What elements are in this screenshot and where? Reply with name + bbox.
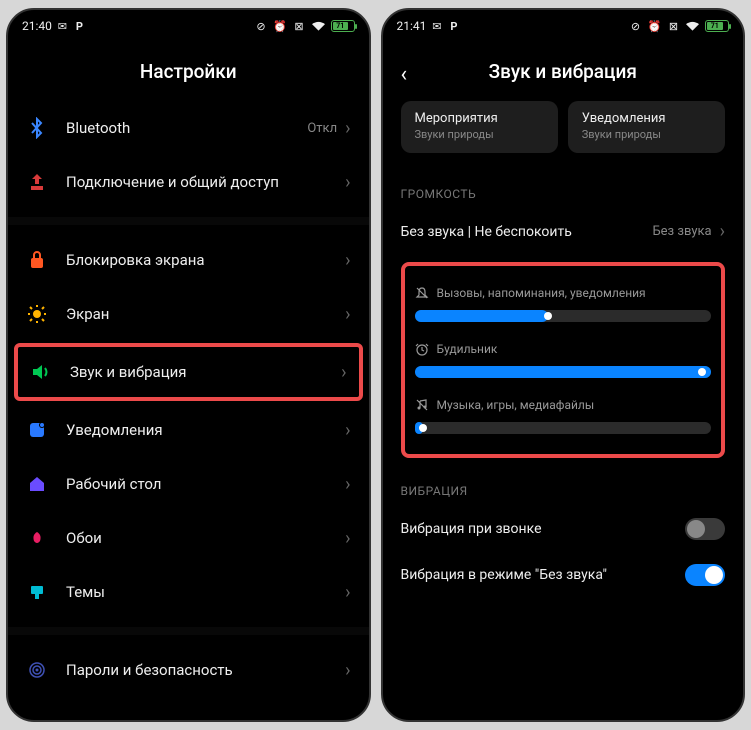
dnd-icon: ⊘ — [629, 20, 642, 33]
slider-track[interactable] — [415, 422, 712, 434]
music-off-icon — [415, 398, 429, 412]
settings-header: Настройки — [8, 38, 369, 101]
chevron-right-icon: › — [345, 420, 350, 441]
chevron-right-icon: › — [345, 118, 350, 139]
home-icon — [26, 473, 48, 495]
profile-events[interactable]: Мероприятия Звуки природы — [401, 101, 558, 153]
item-display[interactable]: Экран › — [8, 287, 369, 341]
profile-notifications[interactable]: Уведомления Звуки природы — [568, 101, 725, 153]
divider — [8, 217, 369, 225]
chevron-right-icon: › — [345, 474, 350, 495]
settings-list[interactable]: Bluetooth Откл › Подключение и общий дос… — [8, 101, 369, 720]
phone-left: 21:40 ✉ P ⊘ ⏰ ⊠ 71 Настройки Bluetooth О… — [6, 8, 371, 722]
toggle-vibrate-silent[interactable]: Вибрация в режиме "Без звука" — [383, 552, 744, 598]
wifi-icon — [312, 20, 325, 33]
slider-alarm[interactable]: Будильник — [415, 342, 712, 378]
divider — [8, 627, 369, 635]
sun-icon — [26, 303, 48, 325]
chevron-right-icon: › — [345, 172, 350, 193]
box-icon: ⊠ — [667, 20, 680, 33]
item-lock-screen[interactable]: Блокировка экрана › — [8, 233, 369, 287]
theme-icon — [26, 581, 48, 603]
sound-header: ‹ Звук и вибрация — [383, 38, 744, 101]
notification-icon — [26, 419, 48, 441]
chevron-right-icon: › — [720, 221, 725, 242]
alarm-icon — [415, 342, 429, 356]
item-notifications[interactable]: Уведомления › — [8, 403, 369, 457]
row-silent-dnd[interactable]: Без звука | Не беспокоить Без звука › — [383, 209, 744, 254]
mail-icon: ✉ — [56, 20, 69, 33]
alarm-icon: ⏰ — [648, 20, 661, 33]
item-bluetooth[interactable]: Bluetooth Откл › — [8, 101, 369, 155]
slider-track[interactable] — [415, 310, 712, 322]
page-title: Настройки — [8, 60, 369, 83]
slider-media[interactable]: Музыка, игры, медиафайлы — [415, 398, 712, 434]
highlight-volume-sliders: Вызовы, напоминания, уведомления Будильн… — [401, 262, 726, 458]
status-time: 21:40 — [22, 19, 52, 33]
p-icon: P — [447, 20, 460, 33]
status-time: 21:41 — [397, 19, 427, 33]
wallpaper-icon — [26, 527, 48, 549]
chevron-right-icon: › — [345, 582, 350, 603]
bluetooth-icon — [26, 117, 48, 139]
box-icon: ⊠ — [293, 20, 306, 33]
section-vibration: ВИБРАЦИЯ — [383, 466, 744, 506]
battery-icon: 71 — [705, 20, 729, 32]
p-icon: P — [73, 20, 86, 33]
mail-icon: ✉ — [430, 20, 443, 33]
chevron-right-icon: › — [345, 304, 350, 325]
highlight-sound-vibration: Звук и вибрация › — [14, 343, 363, 401]
lock-icon — [26, 249, 48, 271]
item-home-screen[interactable]: Рабочий стол › — [8, 457, 369, 511]
dnd-icon: ⊘ — [255, 20, 268, 33]
switch[interactable] — [685, 518, 725, 540]
slider-ringtone[interactable]: Вызовы, напоминания, уведомления — [415, 286, 712, 322]
status-bar: 21:41 ✉ P ⊘ ⏰ ⊠ 71 — [383, 10, 744, 38]
chevron-right-icon: › — [341, 362, 346, 383]
section-volume: ГРОМКОСТЬ — [383, 169, 744, 209]
chevron-right-icon: › — [345, 660, 350, 681]
fingerprint-icon — [26, 659, 48, 681]
sound-profiles: Мероприятия Звуки природы Уведомления Зв… — [383, 101, 744, 169]
alarm-icon: ⏰ — [274, 20, 287, 33]
phone-right: 21:41 ✉ P ⊘ ⏰ ⊠ 71 ‹ Звук и вибрация Мер… — [381, 8, 746, 722]
back-button[interactable]: ‹ — [401, 62, 408, 87]
item-passwords-security[interactable]: Пароли и безопасность › — [8, 643, 369, 697]
slider-track[interactable] — [415, 366, 712, 378]
bell-off-icon — [415, 286, 429, 300]
chevron-right-icon: › — [345, 528, 350, 549]
switch[interactable] — [685, 564, 725, 586]
share-icon — [26, 171, 48, 193]
battery-icon: 71 — [331, 20, 355, 32]
sound-settings-content[interactable]: Мероприятия Звуки природы Уведомления Зв… — [383, 101, 744, 720]
item-wallpaper[interactable]: Обои › — [8, 511, 369, 565]
chevron-right-icon: › — [345, 250, 350, 271]
sound-icon — [30, 361, 52, 383]
item-connection-sharing[interactable]: Подключение и общий доступ › — [8, 155, 369, 209]
wifi-icon — [686, 20, 699, 33]
item-sound-vibration[interactable]: Звук и вибрация › — [18, 347, 359, 397]
status-bar: 21:40 ✉ P ⊘ ⏰ ⊠ 71 — [8, 10, 369, 38]
toggle-vibrate-ring[interactable]: Вибрация при звонке — [383, 506, 744, 552]
page-title: Звук и вибрация — [383, 60, 744, 83]
item-themes[interactable]: Темы › — [8, 565, 369, 619]
